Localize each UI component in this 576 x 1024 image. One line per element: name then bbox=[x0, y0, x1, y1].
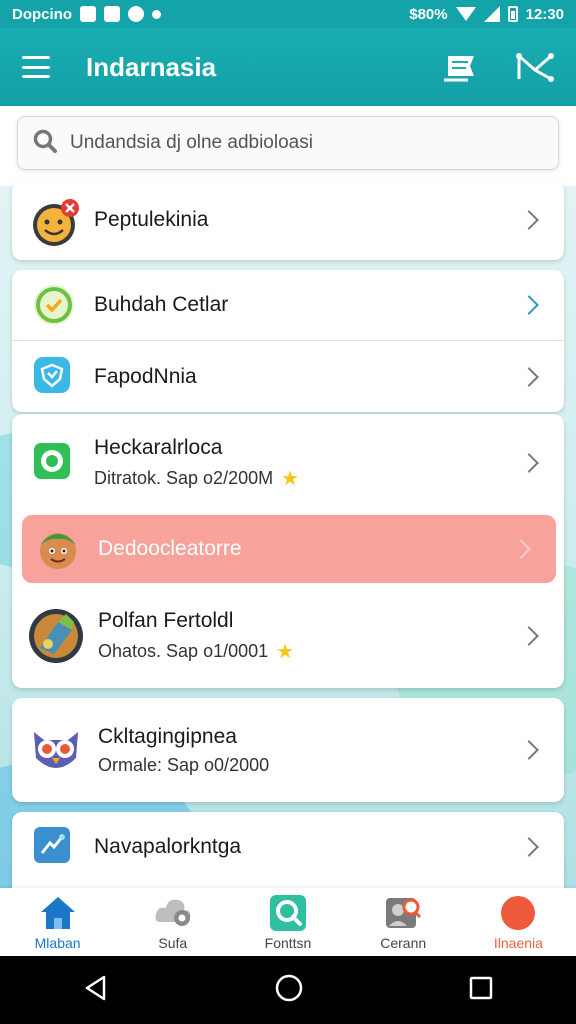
chevron-right-icon bbox=[519, 740, 539, 760]
status-bar: Dopcino $80% 12:30 bbox=[0, 0, 576, 28]
chevron-right-icon bbox=[519, 295, 539, 315]
list-item[interactable]: Heckaralrloca Ditratok. Sap o2/200M ★ bbox=[12, 414, 564, 512]
nav-cerann[interactable]: Cerann bbox=[346, 888, 461, 956]
recents-icon[interactable] bbox=[468, 975, 494, 1006]
item-title: Dedoocleatorre bbox=[98, 537, 242, 560]
system-nav-bar bbox=[0, 956, 576, 1024]
nav-label: Fonttsn bbox=[264, 934, 312, 951]
flag-icon[interactable] bbox=[442, 52, 476, 82]
wifi-icon bbox=[455, 7, 476, 21]
item-title: Ckltagingipnea bbox=[98, 724, 237, 748]
carrier-label: Dopcino bbox=[12, 5, 72, 23]
search-section bbox=[0, 106, 576, 186]
item-title: Heckaralrloca bbox=[94, 435, 223, 459]
list-item[interactable]: Ckltagingipnea Ormale: Sap o0/2000 bbox=[12, 698, 564, 802]
app-bar: Indarnasia bbox=[0, 28, 576, 106]
nav-label: Sufa bbox=[158, 934, 188, 951]
mail-icon bbox=[104, 6, 120, 22]
nav-label: Cerann bbox=[380, 934, 427, 951]
star-icon: ★ bbox=[281, 467, 300, 490]
profile-search-icon bbox=[384, 894, 422, 932]
chevron-right-icon bbox=[519, 837, 539, 857]
battery-icon bbox=[507, 6, 518, 22]
dot-icon bbox=[152, 9, 161, 19]
item-title: FapodNnia bbox=[94, 364, 197, 388]
list-item[interactable]: Polfan Fertoldl Ohatos. Sap o1/0001 ★ bbox=[12, 586, 564, 686]
share-icon[interactable] bbox=[516, 52, 554, 82]
cloud-gear-icon bbox=[154, 894, 192, 932]
nav-sufa[interactable]: Sufa bbox=[115, 888, 230, 956]
battery-percent: $80% bbox=[409, 5, 448, 23]
game-art-icon bbox=[28, 608, 84, 664]
item-title: Buhdah Cetlar bbox=[94, 293, 229, 316]
back-icon[interactable] bbox=[82, 974, 110, 1007]
list-card: Heckaralrloca Ditratok. Sap o2/200M ★ Ded… bbox=[12, 414, 564, 688]
list-item[interactable]: Buhdah Cetlar bbox=[12, 270, 564, 340]
notification-icon bbox=[80, 6, 96, 22]
nav-home[interactable]: Mlaban bbox=[0, 888, 115, 956]
item-subtitle: Ditratok. Sap o2/200M bbox=[94, 467, 274, 488]
list-item[interactable]: Peptulekinia bbox=[12, 180, 564, 260]
nav-alert[interactable]: Ilnaenia bbox=[461, 888, 576, 956]
list-card: Ckltagingipnea Ormale: Sap o0/2000 bbox=[12, 698, 564, 802]
green-chat-icon bbox=[32, 283, 76, 327]
nav-label: Ilnaenia bbox=[493, 934, 543, 951]
item-subtitle: Ohatos. Sap o1/0001 bbox=[98, 640, 269, 661]
messenger-icon bbox=[128, 6, 144, 22]
chevron-right-icon bbox=[519, 210, 539, 230]
item-title: Polfan Fertoldl bbox=[98, 608, 234, 632]
list-item[interactable]: FapodNnia bbox=[12, 341, 564, 412]
cartoon-face-icon bbox=[36, 527, 80, 571]
clock: 12:30 bbox=[525, 5, 564, 23]
search-bar[interactable] bbox=[17, 116, 559, 170]
list-card: Buhdah Cetlar FapodNnia bbox=[12, 270, 564, 412]
red-dot-icon bbox=[499, 894, 537, 932]
search-icon bbox=[269, 894, 307, 932]
chevron-right-icon bbox=[519, 453, 539, 473]
item-subtitle: Ormale: Sap o0/2000 bbox=[98, 754, 270, 775]
search-input[interactable] bbox=[70, 132, 544, 154]
app-title: Indarnasia bbox=[86, 51, 217, 82]
green-camera-icon bbox=[32, 441, 76, 485]
hamburger-icon[interactable] bbox=[22, 56, 50, 78]
list-card: Peptulekinia bbox=[12, 180, 564, 260]
blue-shield-icon bbox=[32, 355, 76, 399]
owl-icon bbox=[28, 722, 84, 778]
list-item-highlighted[interactable]: Dedoocleatorre bbox=[22, 515, 556, 583]
star-icon: ★ bbox=[276, 640, 295, 663]
bottom-nav: Mlaban Sufa Fonttsn Cerann Ilnaenia bbox=[0, 888, 576, 956]
signal-icon bbox=[483, 6, 500, 22]
chevron-right-icon bbox=[519, 626, 539, 646]
home-icon bbox=[39, 894, 77, 932]
search-icon bbox=[32, 128, 58, 159]
nav-search[interactable]: Fonttsn bbox=[230, 888, 345, 956]
item-title: Navapalorkntga bbox=[94, 835, 242, 858]
nav-label: Mlaban bbox=[34, 934, 81, 951]
smiley-badge-icon bbox=[32, 198, 79, 246]
blue-puzzle-icon bbox=[32, 825, 76, 869]
item-title: Peptulekinia bbox=[94, 208, 209, 231]
chevron-right-icon bbox=[519, 366, 539, 387]
chevron-right-icon bbox=[511, 539, 531, 559]
list-item[interactable]: Navapalorkntga bbox=[12, 812, 564, 882]
home-circle-icon[interactable] bbox=[274, 973, 304, 1008]
